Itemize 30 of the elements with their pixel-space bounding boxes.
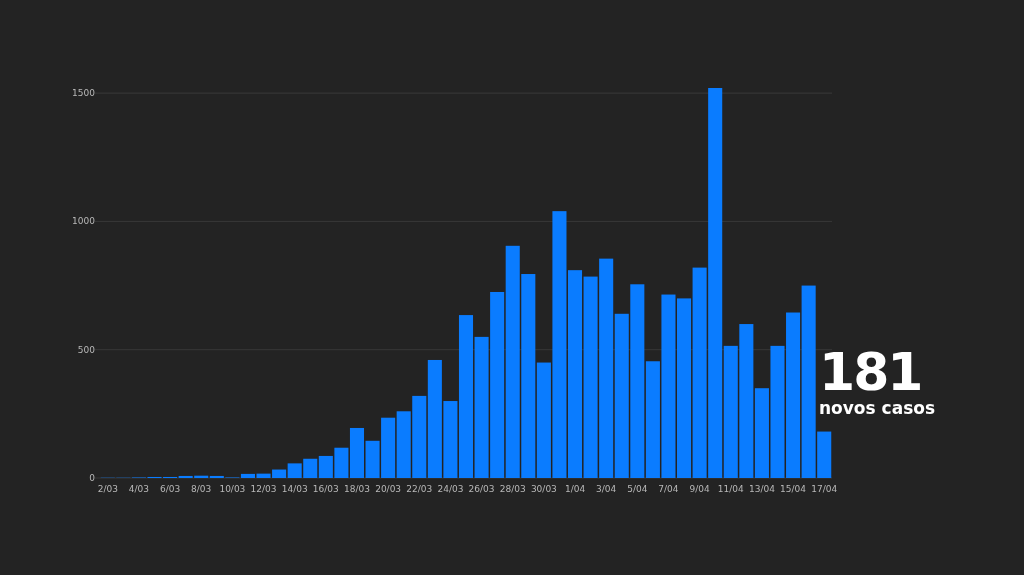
y-tick-label: 1500: [72, 88, 95, 99]
x-tick-label: 3/04: [596, 484, 617, 494]
x-tick-label: 24/03: [437, 484, 464, 494]
y-tick-label: 1000: [72, 216, 95, 227]
x-tick-label: 1/04: [564, 484, 586, 494]
x-tick-label: 18/03: [344, 484, 370, 494]
x-tick-label: 7/04: [658, 484, 679, 494]
x-tick-label: 4/03: [128, 484, 150, 494]
x-tick-label: 22/03: [406, 484, 433, 494]
x-tick-label: 10/03: [219, 484, 246, 494]
x-tick-label: 26/03: [468, 484, 495, 494]
case-count: 181: [819, 346, 922, 398]
case-count-label: novos casos: [819, 400, 936, 417]
y-tick-label: 500: [77, 344, 95, 355]
x-tick-label: 8/03: [191, 484, 212, 494]
x-tick-label: 11/04: [717, 484, 744, 494]
x-tick-label: 14/03: [281, 484, 308, 494]
x-tick-label: 13/04: [748, 484, 775, 494]
x-tick-label: 16/03: [312, 484, 339, 494]
x-tick-label: 5/04: [627, 484, 648, 494]
x-tick-label: 6/03: [160, 484, 181, 494]
x-tick-label: 20/03: [375, 484, 402, 494]
x-tick-label: 30/03: [530, 484, 557, 494]
x-tick-label: 15/04: [780, 484, 807, 494]
x-tick-label: 2/03: [97, 484, 118, 494]
y-tick-label: 0: [89, 473, 95, 483]
x-tick-label: 9/04: [689, 484, 710, 494]
x-tick-label: 12/03: [250, 484, 277, 494]
x-tick-label: 17/04: [811, 484, 838, 494]
x-tick-label: 28/03: [499, 484, 526, 494]
